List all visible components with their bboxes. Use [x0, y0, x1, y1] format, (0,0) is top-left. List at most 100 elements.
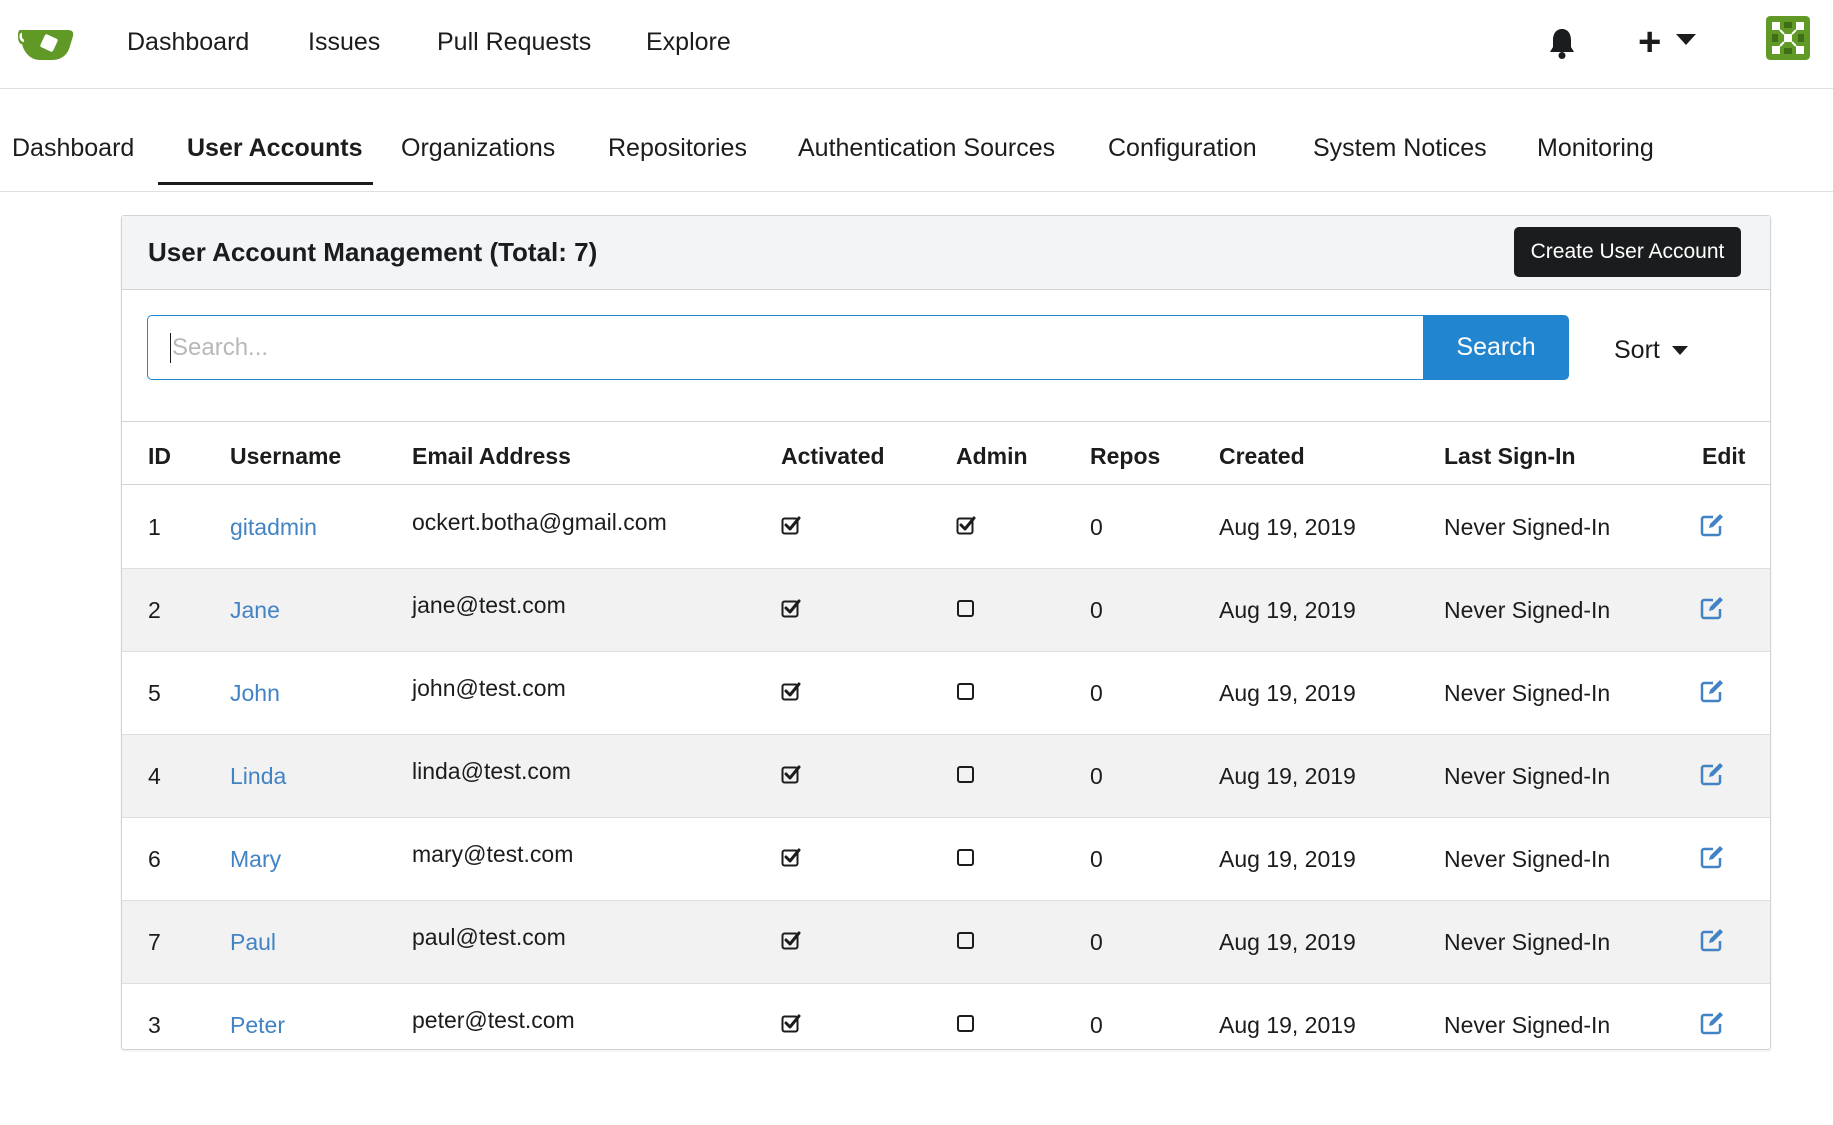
gitea-logo-icon[interactable]: [18, 22, 74, 64]
top-navbar: Dashboard Issues Pull Requests Explore +: [0, 0, 1833, 89]
avatar[interactable]: [1766, 16, 1810, 60]
edit-icon[interactable]: [1700, 513, 1725, 537]
checked-checkbox-icon: [781, 598, 801, 618]
edit-icon[interactable]: [1700, 762, 1725, 786]
table-row: 2 Jane jane@test.com 0 Aug 19, 2019 Never Sig…: [122, 569, 1770, 652]
caret-down-icon[interactable]: [1676, 34, 1696, 45]
user-management-panel: User Account Management (Total: 7) Creat…: [121, 215, 1771, 1050]
column-header-admin[interactable]: Admin: [956, 442, 1028, 470]
nav-pull-requests[interactable]: Pull Requests: [437, 26, 591, 58]
user-id: 4: [148, 763, 161, 789]
user-email: paul@test.com: [412, 924, 566, 950]
table-row: 5 John john@test.com 0 Aug 19, 2019 Never Sig…: [122, 652, 1770, 735]
search-input[interactable]: Search...: [147, 315, 1423, 380]
column-header-id[interactable]: ID: [148, 442, 171, 470]
empty-checkbox-icon: [956, 681, 976, 701]
created-date: Aug 19, 2019: [1219, 514, 1356, 540]
user-id: 7: [148, 929, 161, 955]
checked-checkbox-icon: [781, 764, 801, 784]
repo-count: 0: [1090, 846, 1103, 872]
created-date: Aug 19, 2019: [1219, 1012, 1356, 1038]
user-email: linda@test.com: [412, 758, 571, 784]
nav-dashboard[interactable]: Dashboard: [127, 26, 249, 58]
user-email: mary@test.com: [412, 841, 574, 867]
column-header-edit: Edit: [1702, 443, 1746, 469]
user-id: 6: [148, 846, 161, 872]
search-bar: Search... Search Sort: [122, 290, 1770, 422]
empty-checkbox-icon: [956, 930, 976, 950]
last-sign-in: Never Signed-In: [1444, 929, 1611, 955]
username-link[interactable]: Linda: [230, 762, 286, 790]
checked-checkbox-icon: [781, 515, 801, 535]
edit-icon[interactable]: [1700, 1011, 1725, 1035]
column-header-username[interactable]: Username: [230, 442, 341, 470]
column-header-repos[interactable]: Repos: [1090, 442, 1160, 470]
tab-monitoring[interactable]: Monitoring: [1537, 132, 1654, 164]
user-id: 2: [148, 597, 161, 623]
username-link[interactable]: Jane: [230, 596, 280, 624]
table-row: 4 Linda linda@test.com 0 Aug 19, 2019 Never S…: [122, 735, 1770, 818]
checked-checkbox-icon: [781, 681, 801, 701]
tab-organizations[interactable]: Organizations: [401, 132, 555, 164]
username-link[interactable]: John: [230, 679, 280, 707]
tab-authentication-sources[interactable]: Authentication Sources: [798, 132, 1055, 164]
nav-issues[interactable]: Issues: [308, 26, 380, 58]
caret-down-icon[interactable]: [1672, 346, 1688, 355]
user-email: peter@test.com: [412, 1007, 575, 1033]
last-sign-in: Never Signed-In: [1444, 514, 1611, 540]
tab-repositories[interactable]: Repositories: [608, 132, 747, 164]
username-link[interactable]: Paul: [230, 928, 276, 956]
username-link[interactable]: gitadmin: [230, 513, 317, 541]
column-header-created[interactable]: Created: [1219, 442, 1305, 470]
active-tab-indicator: [158, 182, 373, 185]
edit-icon[interactable]: [1700, 928, 1725, 952]
tab-dashboard[interactable]: Dashboard: [12, 132, 134, 164]
column-header-activated[interactable]: Activated: [781, 442, 885, 470]
empty-checkbox-icon: [956, 1013, 976, 1033]
user-id: 1: [148, 514, 161, 540]
username-link[interactable]: Mary: [230, 845, 281, 873]
empty-checkbox-icon: [956, 847, 976, 867]
checked-checkbox-icon: [956, 515, 976, 535]
tab-user-accounts[interactable]: User Accounts: [187, 132, 363, 164]
edit-icon[interactable]: [1700, 845, 1725, 869]
table-row: 6 Mary mary@test.com 0 Aug 19, 2019 Never Sig…: [122, 818, 1770, 901]
user-email: john@test.com: [412, 675, 566, 701]
user-id: 3: [148, 1012, 161, 1038]
created-date: Aug 19, 2019: [1219, 763, 1356, 789]
table-row: 7 Paul paul@test.com 0 Aug 19, 2019 Never Sig…: [122, 901, 1770, 984]
repo-count: 0: [1090, 1012, 1103, 1038]
last-sign-in: Never Signed-In: [1444, 680, 1611, 706]
panel-header: User Account Management (Total: 7) Creat…: [122, 216, 1770, 290]
last-sign-in: Never Signed-In: [1444, 763, 1611, 789]
last-sign-in: Never Signed-In: [1444, 597, 1611, 623]
plus-icon[interactable]: +: [1638, 22, 1661, 62]
bell-icon[interactable]: [1546, 26, 1578, 60]
repo-count: 0: [1090, 763, 1103, 789]
text-cursor: [170, 333, 171, 363]
column-header-last-sign-in[interactable]: Last Sign-In: [1444, 442, 1576, 470]
user-email: jane@test.com: [412, 592, 566, 618]
user-email: ockert.botha@gmail.com: [412, 509, 667, 535]
user-id: 5: [148, 680, 161, 706]
edit-icon[interactable]: [1700, 596, 1725, 620]
username-link[interactable]: Peter: [230, 1011, 285, 1039]
table-row: 3 Peter peter@test.com 0 Aug 19, 2019 Never S…: [122, 984, 1770, 1067]
created-date: Aug 19, 2019: [1219, 846, 1356, 872]
checked-checkbox-icon: [781, 847, 801, 867]
search-button[interactable]: Search: [1423, 315, 1569, 380]
checked-checkbox-icon: [781, 930, 801, 950]
edit-icon[interactable]: [1700, 679, 1725, 703]
page-title: User Account Management (Total: 7): [148, 237, 598, 267]
table-header: ID Username Email Address Activated Admi…: [122, 422, 1770, 485]
tab-system-notices[interactable]: System Notices: [1313, 132, 1487, 164]
tab-configuration[interactable]: Configuration: [1108, 132, 1257, 164]
empty-checkbox-icon: [956, 598, 976, 618]
create-user-account-button[interactable]: Create User Account: [1514, 227, 1741, 277]
sort-dropdown[interactable]: Sort: [1614, 334, 1660, 366]
nav-explore[interactable]: Explore: [646, 26, 731, 58]
table-row: 1 gitadmin ockert.botha@gmail.com 0 Aug 19, …: [122, 486, 1770, 569]
column-header-email[interactable]: Email Address: [412, 442, 571, 470]
created-date: Aug 19, 2019: [1219, 929, 1356, 955]
checked-checkbox-icon: [781, 1013, 801, 1033]
